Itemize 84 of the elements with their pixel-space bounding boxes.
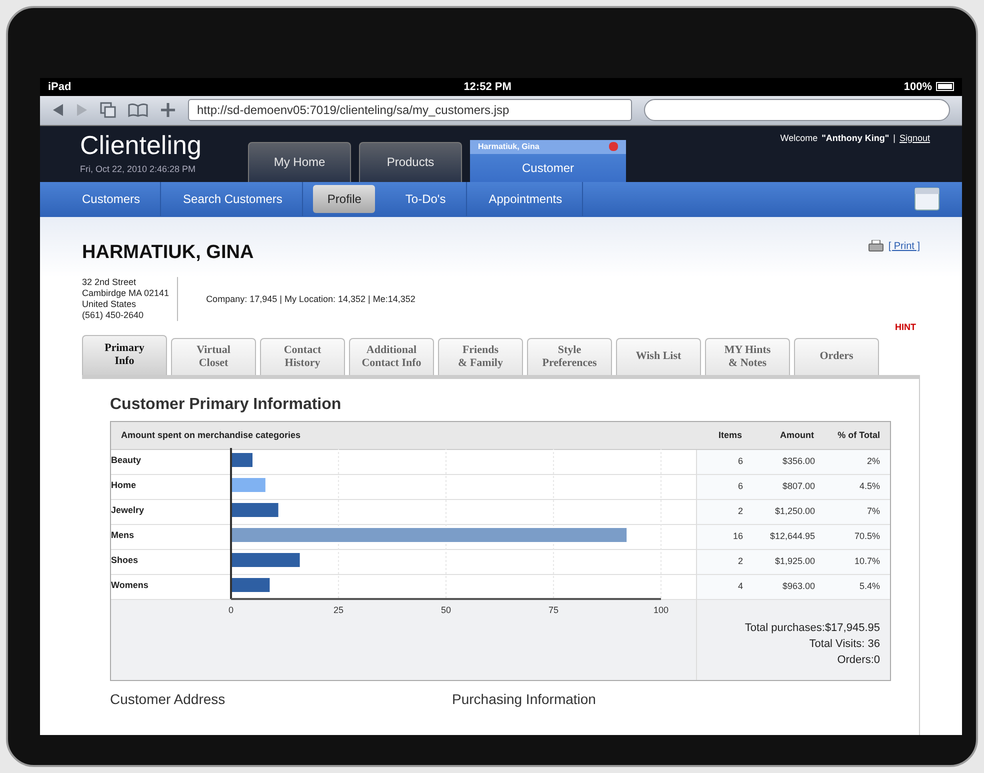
- separator: |: [893, 132, 896, 145]
- main-tab[interactable]: My Home: [248, 142, 351, 182]
- items-cell-text: 2: [736, 505, 743, 518]
- customer-stats: Company: 17,945 | My Location: 14,352 | Me:14,352: [206, 292, 416, 306]
- category-label: Womens: [111, 580, 148, 590]
- profile-tab[interactable]: Style Preferences: [527, 338, 612, 375]
- main-tab[interactable]: Harmatiuk, Gina Customer: [470, 140, 626, 182]
- printer-icon[interactable]: [868, 240, 884, 252]
- tick-label: 25: [334, 604, 344, 615]
- tick-label: 0: [228, 604, 234, 615]
- amount-cell-text: $356.00: [781, 455, 815, 468]
- profile-tab[interactable]: Orders: [794, 338, 879, 375]
- back-icon[interactable]: [52, 103, 64, 118]
- items-cell-text: 6: [736, 480, 743, 494]
- items-cell-text: 2: [736, 555, 743, 568]
- device-name: iPad: [48, 80, 72, 95]
- items-cell-text: 4: [736, 580, 743, 594]
- user-name: "Anthony King": [822, 132, 890, 145]
- tab-label: Customer: [520, 160, 575, 177]
- percent-cell-text: 4.5%: [858, 480, 881, 494]
- amount-cell-text: $807.00: [781, 480, 815, 494]
- category-label: Shoes: [111, 554, 138, 565]
- items-cell-text: 16: [732, 530, 743, 544]
- percent-cell-text: 5.4%: [858, 580, 881, 594]
- address-line: (561) 450-2640: [82, 310, 145, 322]
- clock: 12:52 PM: [464, 80, 512, 95]
- tick-label: 50: [441, 604, 451, 615]
- amount-cell-text: $963.00: [781, 580, 815, 594]
- percent-cell-text: 2%: [866, 455, 881, 468]
- nav-item[interactable]: Customers: [62, 182, 162, 216]
- print-link[interactable]: [ Print ]: [888, 238, 920, 254]
- category-label: Mens: [111, 530, 134, 540]
- search-field[interactable]: [644, 99, 950, 122]
- section-heading: Customer Address: [110, 690, 226, 707]
- address-line: United States: [82, 299, 138, 310]
- nav-item[interactable]: Appointments: [468, 182, 584, 216]
- amount-cell-text: $1,250.00: [774, 505, 815, 518]
- amount-cell-text: $12,644.95: [768, 530, 815, 544]
- profile-tab[interactable]: MY Hints & Notes: [705, 338, 790, 375]
- profile-tab[interactable]: Friends & Family: [438, 338, 523, 375]
- section-heading: Purchasing Information: [452, 690, 596, 707]
- total-line: Total purchases:$17,945.95: [744, 620, 880, 636]
- total-line: Orders:0: [837, 652, 880, 668]
- battery-icon: [936, 82, 954, 92]
- profile-tab[interactable]: Contact History: [260, 338, 345, 375]
- total-line: Total Visits: 36: [809, 636, 880, 652]
- category-label: Jewelry: [111, 504, 144, 515]
- pages-icon[interactable]: [100, 102, 116, 118]
- percent-cell-text: 10.7%: [853, 555, 881, 568]
- app-logo: Clienteling: [80, 130, 202, 159]
- battery-percent: 100%: [904, 80, 932, 95]
- column-header: Amount spent on merchandise categories: [120, 428, 302, 442]
- profile-tab[interactable]: Primary Info: [82, 334, 167, 375]
- tick-label: 75: [548, 604, 558, 615]
- profile-tab[interactable]: Virtual Closet: [171, 338, 256, 375]
- hint-label: HINT: [895, 321, 916, 334]
- percent-cell-text: 7%: [866, 505, 881, 518]
- nav-item[interactable]: To-Do's: [385, 182, 467, 216]
- nav-item[interactable]: Search Customers: [163, 182, 304, 216]
- tab-caption: Harmatiuk, Gina: [478, 140, 540, 153]
- nav-item[interactable]: Profile: [313, 185, 376, 214]
- address-line: 32 2nd Street: [82, 277, 138, 288]
- column-header: % of Total: [836, 428, 881, 442]
- section-title: Customer Primary Information: [110, 394, 342, 415]
- profile-tab[interactable]: Wish List: [616, 338, 701, 375]
- column-header: Amount: [779, 428, 814, 442]
- amount-cell-text: $1,925.00: [774, 555, 815, 568]
- welcome-text: Welcome: [780, 132, 818, 145]
- book-icon[interactable]: [128, 103, 148, 118]
- category-label: Beauty: [111, 454, 142, 465]
- signout-link[interactable]: Signout: [899, 132, 930, 146]
- customer-name: HARMATIUK, GINA: [82, 240, 254, 265]
- category-label: Home: [111, 480, 136, 490]
- url-field[interactable]: http://sd-demoenv05:7019/clienteling/sa/my_customers.jsp: [188, 99, 632, 122]
- column-header: Items: [717, 428, 742, 442]
- tick-label: 100: [653, 604, 669, 615]
- address-line: Cambirdge MA 02141: [82, 288, 170, 300]
- items-cell-text: 6: [736, 455, 743, 468]
- plus-icon[interactable]: [160, 102, 176, 118]
- percent-cell-text: 70.5%: [853, 530, 881, 544]
- calendar-icon[interactable]: [914, 187, 940, 212]
- main-tab[interactable]: Products: [359, 142, 462, 182]
- date-time: Fri, Oct 22, 2010 2:46:28 PM: [80, 162, 197, 176]
- profile-tab[interactable]: Additional Contact Info: [349, 338, 434, 375]
